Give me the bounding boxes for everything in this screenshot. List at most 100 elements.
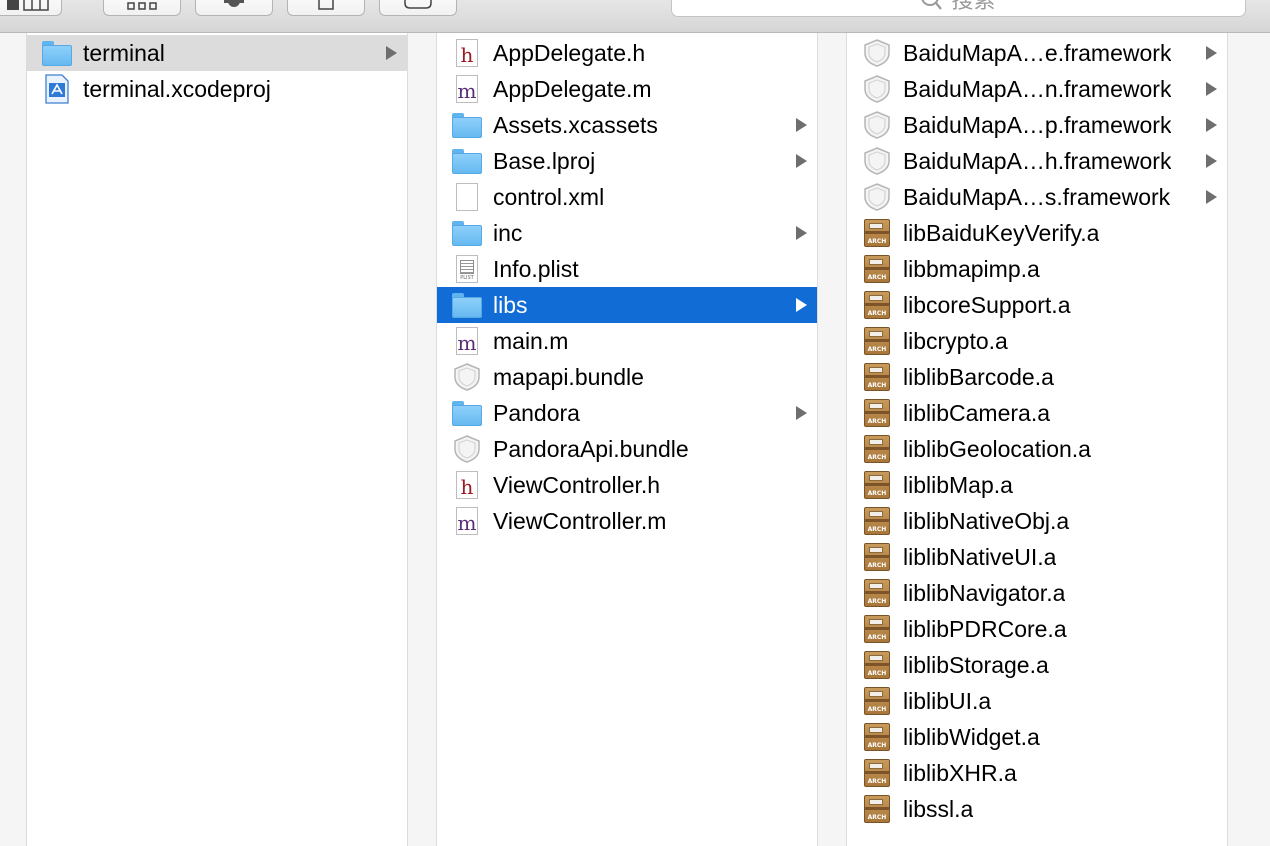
archive-plate [869, 439, 883, 445]
share-icon [318, 0, 334, 10]
archive-label: ARCH [867, 598, 887, 605]
arrange-button[interactable] [103, 0, 181, 16]
list-item-liblibui-a[interactable]: ARCH liblibUI.a [847, 683, 1227, 719]
list-item-liblibnativeui-a[interactable]: ARCH liblibNativeUI.a [847, 539, 1227, 575]
archive-icon: ARCH [861, 685, 893, 717]
list-item-baidumapa-h-framework[interactable]: BaiduMapA…h.framework [847, 143, 1227, 179]
archive-icon: ARCH [861, 325, 893, 357]
xcodeproj-shape [45, 74, 69, 104]
item-label: inc [493, 219, 523, 246]
list-item-pandora[interactable]: Pandora [437, 395, 817, 431]
list-item-assets-xcassets[interactable]: Assets.xcassets [437, 107, 817, 143]
archive-label: ARCH [867, 454, 887, 461]
h-file-icon: h [451, 469, 483, 501]
gutter-2 [818, 33, 846, 846]
share-button[interactable] [287, 0, 365, 16]
item-label: liblibNavigator.a [903, 579, 1066, 606]
file-letter: h [460, 475, 474, 499]
archive-plate [869, 259, 883, 265]
list-item-libs[interactable]: libs [437, 287, 817, 323]
archive-shape: ARCH [864, 363, 890, 391]
h-file-icon: h [451, 37, 483, 69]
archive-stripe [865, 591, 889, 594]
list-item-libssl-a[interactable]: ARCH libssl.a [847, 791, 1227, 827]
archive-label: ARCH [867, 778, 887, 785]
disclosure-arrow-icon [796, 118, 807, 132]
archive-icon: ARCH [861, 613, 893, 645]
item-label: liblibStorage.a [903, 651, 1049, 678]
item-label: BaiduMapA…p.framework [903, 111, 1172, 138]
list-item-pandoraapi-bundle[interactable]: PandoraApi.bundle [437, 431, 817, 467]
list-item-control-xml[interactable]: control.xml [437, 179, 817, 215]
list-item-liblibnavigator-a[interactable]: ARCH liblibNavigator.a [847, 575, 1227, 611]
list-item-liblibpdrcore-a[interactable]: ARCH liblibPDRCore.a [847, 611, 1227, 647]
list-item-baidumapa-p-framework[interactable]: BaiduMapA…p.framework [847, 107, 1227, 143]
action-button[interactable] [195, 0, 273, 16]
list-item-liblibcamera-a[interactable]: ARCH liblibCamera.a [847, 395, 1227, 431]
item-label: Pandora [493, 399, 580, 426]
list-item-baidumapa-s-framework[interactable]: BaiduMapA…s.framework [847, 179, 1227, 215]
shield-shape [454, 435, 480, 463]
list-item-viewcontroller-m[interactable]: m ViewController.m [437, 503, 817, 539]
folder-shape [452, 401, 482, 426]
archive-shape: ARCH [864, 219, 890, 247]
list-item-libbaidukeyverify-a[interactable]: ARCH libBaiduKeyVerify.a [847, 215, 1227, 251]
archive-icon: ARCH [861, 289, 893, 321]
column-2[interactable]: h AppDelegate.h m AppDelegate.m Assets.xcass… [436, 33, 818, 846]
archive-icon: ARCH [861, 433, 893, 465]
column-3[interactable]: BaiduMapA…e.framework BaiduMapA…n.framewo… [846, 33, 1228, 846]
file-letter: m [457, 79, 477, 103]
folder-icon [451, 109, 483, 141]
xcodeproj-icon [41, 73, 73, 105]
folder-body [452, 117, 482, 138]
list-item-appdelegate-h[interactable]: h AppDelegate.h [437, 35, 817, 71]
list-item-libcrypto-a[interactable]: ARCH libcrypto.a [847, 323, 1227, 359]
item-label: terminal [83, 39, 165, 66]
framework-icon [861, 181, 893, 213]
archive-icon: ARCH [861, 253, 893, 285]
list-item-libcoresupport-a[interactable]: ARCH libcoreSupport.a [847, 287, 1227, 323]
search-field[interactable]: 搜索 [671, 0, 1246, 17]
tags-button[interactable] [379, 0, 457, 16]
item-label: terminal.xcodeproj [83, 75, 271, 102]
list-item-terminal[interactable]: terminal [27, 35, 407, 71]
framework-icon [861, 109, 893, 141]
disclosure-arrow-icon [796, 298, 807, 312]
list-item-libbmapimp-a[interactable]: ARCH libbmapimp.a [847, 251, 1227, 287]
list-item-info-plist[interactable]: PLIST Info.plist [437, 251, 817, 287]
list-item-main-m[interactable]: m main.m [437, 323, 817, 359]
item-label: liblibNativeUI.a [903, 543, 1057, 570]
archive-stripe [865, 447, 889, 450]
m-file-icon: m [451, 505, 483, 537]
list-item-liblibstorage-a[interactable]: ARCH liblibStorage.a [847, 647, 1227, 683]
list-item-baidumapa-n-framework[interactable]: BaiduMapA…n.framework [847, 71, 1227, 107]
archive-stripe [865, 555, 889, 558]
column-1[interactable]: terminal terminal.xcodeproj [26, 33, 408, 846]
list-item-inc[interactable]: inc [437, 215, 817, 251]
m-file-icon: m [451, 73, 483, 105]
shield-shape [864, 183, 890, 211]
list-item-liblibnativeobj-a[interactable]: ARCH liblibNativeObj.a [847, 503, 1227, 539]
list-item-terminal-xcodeproj[interactable]: terminal.xcodeproj [27, 71, 407, 107]
source-file-shape: m [456, 327, 478, 355]
view-mode-button[interactable] [0, 0, 62, 16]
source-file-shape: h [456, 471, 478, 499]
list-item-viewcontroller-h[interactable]: h ViewController.h [437, 467, 817, 503]
list-item-base-lproj[interactable]: Base.lproj [437, 143, 817, 179]
list-item-liblibxhr-a[interactable]: ARCH liblibXHR.a [847, 755, 1227, 791]
item-label: BaiduMapA…h.framework [903, 147, 1172, 174]
item-label: libcoreSupport.a [903, 291, 1071, 318]
list-item-liblibgeolocation-a[interactable]: ARCH liblibGeolocation.a [847, 431, 1227, 467]
list-item-baidumapa-e-framework[interactable]: BaiduMapA…e.framework [847, 35, 1227, 71]
archive-icon: ARCH [861, 361, 893, 393]
list-item-mapapi-bundle[interactable]: mapapi.bundle [437, 359, 817, 395]
list-item-liblibbarcode-a[interactable]: ARCH liblibBarcode.a [847, 359, 1227, 395]
archive-icon: ARCH [861, 397, 893, 429]
archive-shape: ARCH [864, 255, 890, 283]
list-item-appdelegate-m[interactable]: m AppDelegate.m [437, 71, 817, 107]
file-letter: h [460, 43, 474, 67]
disclosure-arrow-icon [796, 154, 807, 168]
list-item-liblibmap-a[interactable]: ARCH liblibMap.a [847, 467, 1227, 503]
archive-label: ARCH [867, 742, 887, 749]
list-item-liblibwidget-a[interactable]: ARCH liblibWidget.a [847, 719, 1227, 755]
